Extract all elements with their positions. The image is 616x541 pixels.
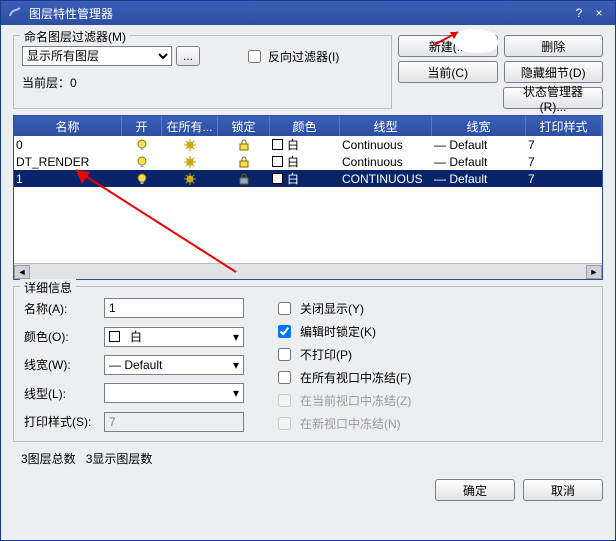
detail-ltype-select[interactable]: ▾ xyxy=(104,383,244,403)
invert-filter-checkbox[interactable]: 反向过滤器(I) xyxy=(244,47,339,66)
detail-lwidth-label: 线宽(W): xyxy=(24,356,104,373)
freeze-all-icon[interactable] xyxy=(162,172,218,186)
th-on[interactable]: 开 xyxy=(122,116,162,136)
detail-pstyle-label: 打印样式(S): xyxy=(24,413,104,430)
toggle-on-icon[interactable] xyxy=(122,138,162,152)
opt-freeze_cur_vp-input xyxy=(278,394,291,407)
cell-name: DT_RENDER xyxy=(14,155,122,169)
filter-select[interactable]: 显示所有图层 xyxy=(22,46,172,66)
table-body: 0白Continuous— Default7DT_RENDER白Continuo… xyxy=(14,136,602,263)
opt-no_print-input[interactable] xyxy=(278,348,291,361)
cell-plotstyle[interactable]: 7 xyxy=(526,138,602,152)
th-color[interactable]: 颜色 xyxy=(270,116,340,136)
horizontal-scrollbar[interactable]: ◄ ► xyxy=(14,263,602,279)
filter-browse-button[interactable]: ... xyxy=(176,46,200,66)
opt-lock_edit-input[interactable] xyxy=(278,325,291,338)
table-row[interactable]: 0 白Continuous— Default7 xyxy=(14,136,602,153)
detail-color-label: 颜色(O): xyxy=(24,328,104,345)
th-lock[interactable]: 锁定 xyxy=(218,116,270,136)
cell-name: 0 xyxy=(14,138,122,152)
cell-color[interactable]: 白 xyxy=(270,136,340,153)
cell-plotstyle[interactable]: 7 xyxy=(526,172,602,186)
close-button[interactable]: × xyxy=(589,6,609,20)
th-lwid[interactable]: 线宽 xyxy=(432,116,526,136)
table-row[interactable]: DT_RENDER 白Continuous— Default7 xyxy=(14,153,602,170)
app-logo xyxy=(7,5,23,21)
th-ltype[interactable]: 线型 xyxy=(340,116,432,136)
freeze-all-icon[interactable] xyxy=(162,138,218,152)
opt-freeze_all_vp[interactable]: 在所有视口中冻结(F) xyxy=(274,368,411,387)
th-name[interactable]: 名称 xyxy=(14,116,122,136)
chevron-down-icon: ▾ xyxy=(233,330,239,344)
details-legend: 详细信息 xyxy=(20,279,76,296)
cell-color[interactable]: 白 xyxy=(270,170,340,187)
filter-legend: 命名图层过滤器(M) xyxy=(20,28,130,45)
lock-icon[interactable] xyxy=(218,138,270,152)
opt-close_display[interactable]: 关闭显示(Y) xyxy=(274,299,411,318)
cell-lineweight[interactable]: — Default xyxy=(432,138,526,152)
color-swatch-icon xyxy=(109,331,120,342)
lock-icon[interactable] xyxy=(218,172,270,186)
chevron-down-icon: ▾ xyxy=(233,358,239,372)
toggle-on-icon[interactable] xyxy=(122,172,162,186)
opt-lock_edit[interactable]: 编辑时锁定(K) xyxy=(274,322,411,341)
cell-lineweight[interactable]: — Default xyxy=(432,172,526,186)
toggle-on-icon[interactable] xyxy=(122,155,162,169)
opt-close_display-input[interactable] xyxy=(278,302,291,315)
table-row[interactable]: 1 白CONTINUOUS— Default7 xyxy=(14,170,602,187)
cancel-button[interactable]: 取消 xyxy=(523,479,603,501)
scroll-right-button[interactable]: ► xyxy=(586,265,602,279)
detail-name-label: 名称(A): xyxy=(24,300,104,317)
hide-details-button[interactable]: 隐藏细节(D) xyxy=(504,61,604,83)
opt-no_print[interactable]: 不打印(P) xyxy=(274,345,411,364)
chevron-down-icon: ▾ xyxy=(233,386,239,400)
scroll-left-button[interactable]: ◄ xyxy=(14,265,30,279)
freeze-all-icon[interactable] xyxy=(162,155,218,169)
lock-icon[interactable] xyxy=(218,155,270,169)
cell-lineweight[interactable]: — Default xyxy=(432,155,526,169)
cell-linetype[interactable]: Continuous xyxy=(340,138,432,152)
cell-linetype[interactable]: Continuous xyxy=(340,155,432,169)
cell-plotstyle[interactable]: 7 xyxy=(526,155,602,169)
opt-freeze_cur_vp: 在当前视口中冻结(Z) xyxy=(274,391,411,410)
state-manager-button[interactable]: 状态管理器(R)... xyxy=(503,87,603,109)
ok-button[interactable]: 确定 xyxy=(435,479,515,501)
detail-pstyle-input xyxy=(104,412,244,432)
cursor-annotation xyxy=(454,29,498,53)
cell-name: 1 xyxy=(14,172,122,186)
opt-freeze_all_vp-input[interactable] xyxy=(278,371,291,384)
detail-ltype-label: 线型(L): xyxy=(24,385,104,402)
th-pstyle[interactable]: 打印样式 xyxy=(526,116,602,136)
side-buttons: 新建(... 删除 当前(C) 隐藏细节(D) 状态管理器(R)... xyxy=(398,35,603,109)
opt-freeze_new_vp-input xyxy=(278,417,291,430)
current-layer-label: 当前层：0 xyxy=(22,74,383,91)
set-current-button[interactable]: 当前(C) xyxy=(398,61,498,83)
cell-linetype[interactable]: CONTINUOUS xyxy=(340,172,432,186)
detail-name-input[interactable] xyxy=(104,298,244,318)
help-button[interactable]: ? xyxy=(569,6,589,20)
cell-color[interactable]: 白 xyxy=(270,153,340,170)
layer-counts: 3图层总数 3显示图层数 xyxy=(13,448,603,469)
invert-filter-input[interactable] xyxy=(248,50,261,63)
delete-layer-button[interactable]: 删除 xyxy=(504,35,604,57)
layer-table: 名称 开 在所有... 锁定 颜色 线型 线宽 打印样式 0白Continuou… xyxy=(13,115,603,280)
opt-freeze_new_vp: 在新视口中冻结(N) xyxy=(274,414,411,433)
details-group: 详细信息 名称(A): 颜色(O): 白 ▾ 线宽(W): — Default … xyxy=(13,286,603,442)
named-filter-group: 命名图层过滤器(M) 显示所有图层 ... 反向过滤器(I) 当前层：0 xyxy=(13,35,392,109)
detail-color-select[interactable]: 白 ▾ xyxy=(104,327,244,347)
th-all[interactable]: 在所有... xyxy=(162,116,218,136)
table-header: 名称 开 在所有... 锁定 颜色 线型 线宽 打印样式 xyxy=(14,116,602,136)
window-title: 图层特性管理器 xyxy=(29,5,569,22)
detail-lwidth-select[interactable]: — Default ▾ xyxy=(104,355,244,375)
